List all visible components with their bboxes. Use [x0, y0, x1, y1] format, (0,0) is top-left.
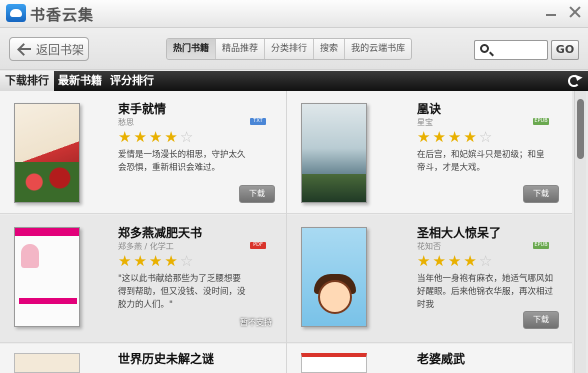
title-bar: 书香云集	[0, 0, 588, 28]
book-description: 爱情是一场漫长的相思，守护太久会恐惧，重新相识会难过。	[118, 150, 246, 173]
star-icon: ★	[118, 128, 132, 146]
subtab-download-ranking[interactable]: 下载排行	[0, 71, 54, 91]
book-author: 郑多燕 / 化学工	[118, 242, 174, 251]
book-card[interactable]: 束手就情 愁思 TXT ★ ★ ★ ★ ☆ 爱情是一场漫长的相思，守护太久会恐惧，重新相…	[0, 91, 286, 214]
tab-hot-books[interactable]: 热门书籍	[167, 39, 216, 59]
star-icon: ★	[463, 128, 477, 146]
search-input[interactable]	[493, 42, 547, 58]
toolbar: 返回书架 热门书籍 精品推荐 分类排行 搜索 我的云端书库 GO	[0, 28, 588, 70]
book-description: 在后宫，和妃嫔斗只是初级；和皇帝斗，才是大戏。	[417, 150, 545, 173]
book-card[interactable]: 凰诀 星宝 EPUB ★ ★ ★ ★ ☆ 在后宫，和妃嫔斗只是初级；和皇帝斗，才是大戏。…	[287, 91, 572, 214]
star-icon: ★	[118, 252, 132, 270]
book-title[interactable]: 老婆威武	[417, 350, 465, 367]
star-icon: ★	[164, 252, 178, 270]
cloud-logo-icon	[6, 4, 26, 22]
ranking-subnav: 下载排行 最新书籍 评分排行	[0, 71, 588, 91]
cover-art	[318, 280, 352, 314]
star-icon: ★	[417, 252, 431, 270]
book-author: 愁思	[118, 118, 134, 127]
rating-stars: ★ ★ ★ ★ ☆	[417, 253, 492, 269]
cover-art	[15, 228, 79, 236]
book-card[interactable]: 郑多燕减肥天书 郑多燕 / 化学工 PDF ★ ★ ★ ★ ☆ "这以此书献给那些为了乏…	[0, 215, 286, 343]
book-list: 束手就情 愁思 TXT ★ ★ ★ ★ ☆ 爱情是一场漫长的相思，守护太久会恐惧，重新相…	[0, 91, 572, 373]
go-button[interactable]: GO	[551, 40, 579, 60]
star-icon: ★	[432, 128, 446, 146]
search-icon	[480, 44, 489, 53]
book-cover[interactable]	[14, 353, 80, 373]
search-box	[474, 40, 548, 60]
format-badge: PDF	[250, 242, 266, 249]
rating-stars: ★ ★ ★ ★ ☆	[417, 129, 492, 145]
book-description: "这以此书献给那些为了乏腰想要得到帮助，但又没钱、没时间，没胶力的人们。"	[118, 274, 246, 310]
book-cover[interactable]	[14, 103, 80, 203]
star-icon: ★	[447, 252, 462, 270]
star-icon: ☆	[478, 252, 493, 270]
download-button[interactable]: 下载	[523, 311, 559, 329]
star-icon: ★	[164, 128, 178, 146]
format-badge: EPUB	[533, 242, 549, 249]
cover-art	[25, 134, 71, 147]
rating-stars: ★ ★ ★ ★ ☆	[118, 253, 193, 269]
star-icon: ☆	[179, 252, 194, 270]
cover-art	[21, 244, 39, 268]
book-title[interactable]: 世界历史未解之谜	[118, 350, 214, 367]
refresh-icon[interactable]	[568, 75, 580, 87]
cover-art	[19, 298, 77, 304]
book-title[interactable]: 郑多燕减肥天书	[118, 224, 202, 241]
star-icon: ★	[432, 252, 446, 270]
subtab-rating-ranking[interactable]: 评分排行	[110, 71, 154, 91]
download-button[interactable]: 下载	[239, 185, 275, 203]
download-button[interactable]: 下载	[523, 185, 559, 203]
star-icon: ☆	[478, 128, 493, 146]
back-to-shelf-button[interactable]: 返回书架	[9, 37, 89, 61]
star-icon: ★	[133, 252, 147, 270]
window-controls	[544, 5, 582, 19]
scrollbar-thumb[interactable]	[577, 99, 584, 159]
book-author: 花知否	[417, 242, 441, 251]
scrollbar[interactable]	[574, 91, 586, 373]
star-icon: ★	[148, 128, 163, 146]
star-icon: ★	[417, 128, 431, 146]
cover-art	[15, 162, 79, 202]
book-description: 当年他一身袍有麻衣，她适气哪风如好醒眼。后来他锦衣华服，再次相过时我	[417, 274, 554, 310]
star-icon: ★	[148, 252, 163, 270]
format-badge: TXT	[250, 118, 266, 125]
star-icon: ★	[447, 128, 462, 146]
back-button-label: 返回书架	[36, 42, 85, 57]
book-title[interactable]: 圣相大人惊呆了	[417, 224, 501, 241]
book-cover[interactable]	[301, 227, 367, 327]
format-badge: EPUB	[533, 118, 549, 125]
book-cover[interactable]	[14, 227, 80, 327]
book-title[interactable]: 束手就情	[118, 100, 166, 117]
star-icon: ☆	[179, 128, 194, 146]
arrow-left-icon	[10, 38, 36, 60]
subtab-latest-books[interactable]: 最新书籍	[58, 71, 102, 91]
star-icon: ★	[463, 252, 477, 270]
book-cover[interactable]	[301, 103, 367, 203]
tab-recommended[interactable]: 精品推荐	[215, 39, 264, 59]
book-title[interactable]: 凰诀	[417, 100, 441, 117]
main-tabs: 热门书籍 精品推荐 分类排行 搜索 我的云端书库	[166, 38, 413, 60]
minimize-icon[interactable]	[544, 5, 558, 19]
rating-stars: ★ ★ ★ ★ ☆	[118, 129, 193, 145]
tab-my-cloud-library[interactable]: 我的云端书库	[344, 39, 411, 59]
tab-search[interactable]: 搜索	[313, 39, 344, 59]
cover-art	[302, 174, 366, 202]
book-card[interactable]: 圣相大人惊呆了 花知否 EPUB ★ ★ ★ ★ ☆ 当年他一身袍有麻衣，她适气哪风如好…	[287, 215, 572, 343]
tab-category-ranking[interactable]: 分类排行	[264, 39, 313, 59]
unsupported-label: 暂不支持	[240, 318, 272, 327]
book-author: 星宝	[417, 118, 433, 127]
star-icon: ★	[133, 128, 147, 146]
book-cover[interactable]	[301, 353, 367, 373]
app-title: 书香云集	[30, 6, 95, 24]
close-icon[interactable]	[568, 5, 582, 19]
